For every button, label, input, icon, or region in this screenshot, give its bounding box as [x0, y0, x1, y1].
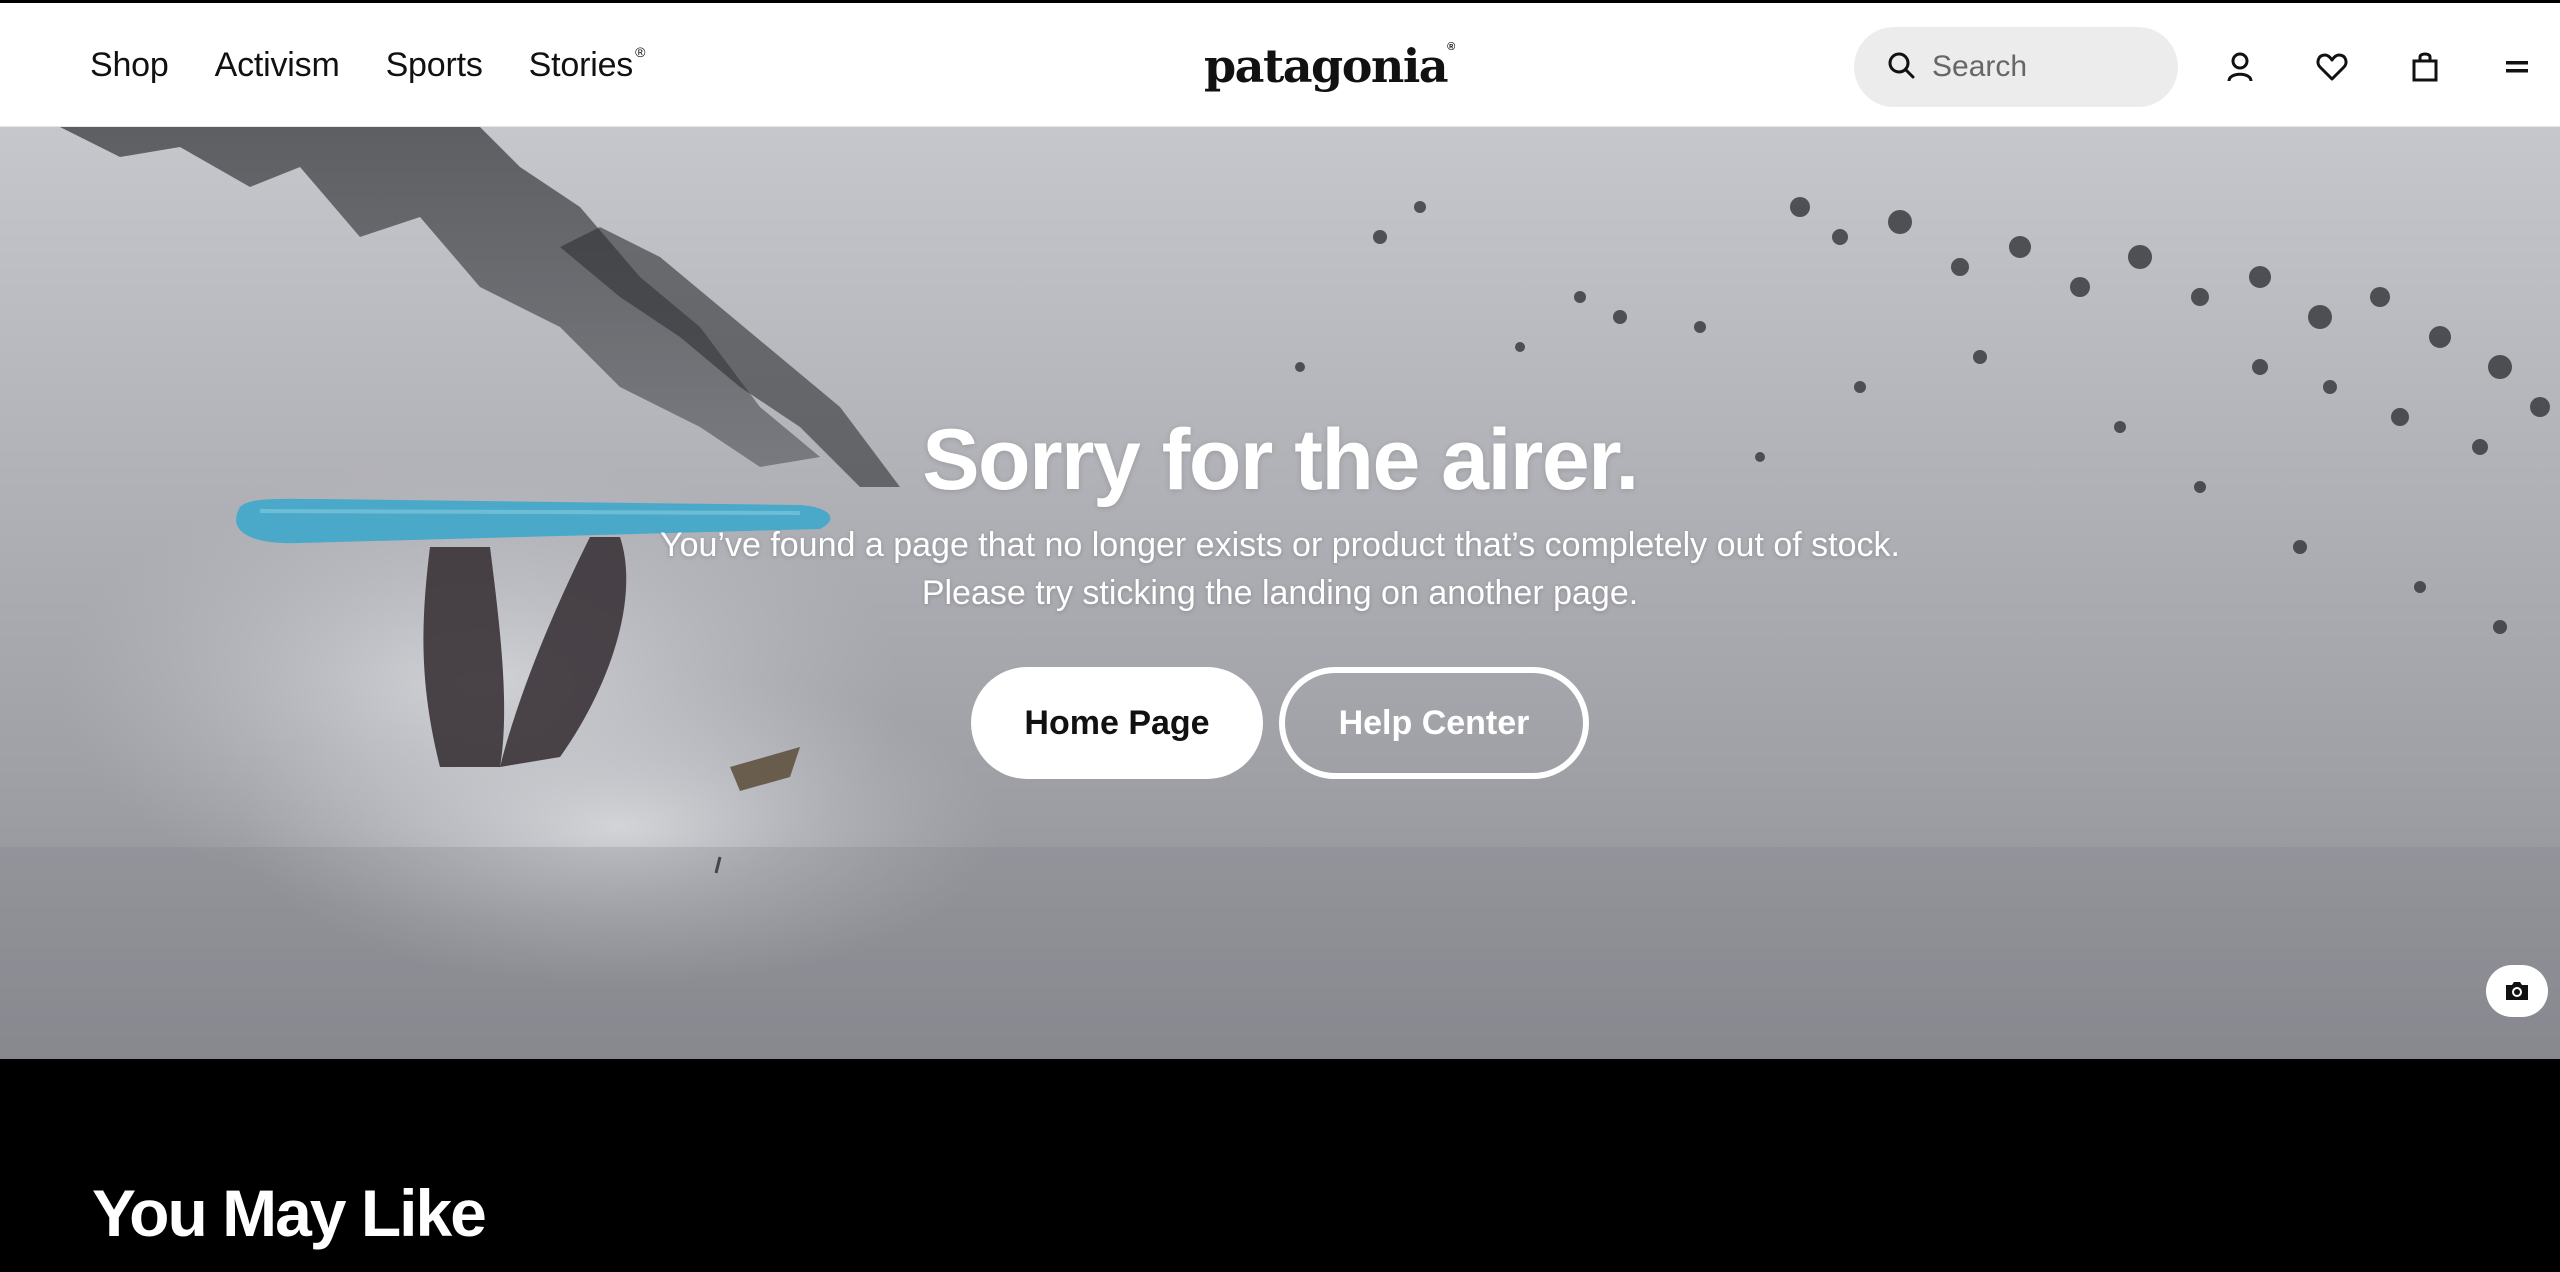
camera-icon[interactable]: [2486, 965, 2548, 1017]
site-header: Shop Activism Sports Stories ® patagonia®: [0, 3, 2560, 127]
menu-icon[interactable]: [2497, 47, 2537, 87]
logo-registered-mark: ®: [1447, 40, 1455, 53]
search-box[interactable]: [1854, 27, 2178, 107]
nav-activism[interactable]: Activism: [215, 46, 340, 85]
error-message: You’ve found a page that no longer exist…: [660, 526, 1900, 612]
help-center-button[interactable]: Help Center: [1279, 667, 1589, 779]
logo-text: patagonia: [1204, 39, 1449, 93]
search-icon: [1886, 50, 1916, 85]
main-nav: Shop Activism Sports Stories ®: [90, 3, 645, 127]
error-hero: Sorry for the airer. You’ve found a page…: [0, 127, 2560, 1059]
heart-icon[interactable]: [2312, 47, 2352, 87]
patagonia-logo[interactable]: patagonia®: [1204, 39, 1455, 95]
nav-sports[interactable]: Sports: [386, 46, 483, 85]
search-input[interactable]: [1932, 50, 2152, 84]
registered-mark: ®: [635, 44, 646, 61]
you-may-like-heading: You May Like: [92, 1176, 487, 1250]
hero-actions: Home Page Help Center: [0, 667, 2560, 779]
account-icon[interactable]: [2220, 47, 2260, 87]
nav-shop[interactable]: Shop: [90, 46, 169, 85]
bag-icon[interactable]: [2405, 47, 2445, 87]
nav-stories-label: Stories: [528, 45, 634, 84]
page-title: Sorry for the airer.: [922, 412, 1639, 508]
hero-content: Sorry for the airer. You’ve found a page…: [0, 417, 2560, 779]
nav-stories[interactable]: Stories ®: [528, 44, 646, 85]
home-page-button[interactable]: Home Page: [971, 667, 1263, 779]
